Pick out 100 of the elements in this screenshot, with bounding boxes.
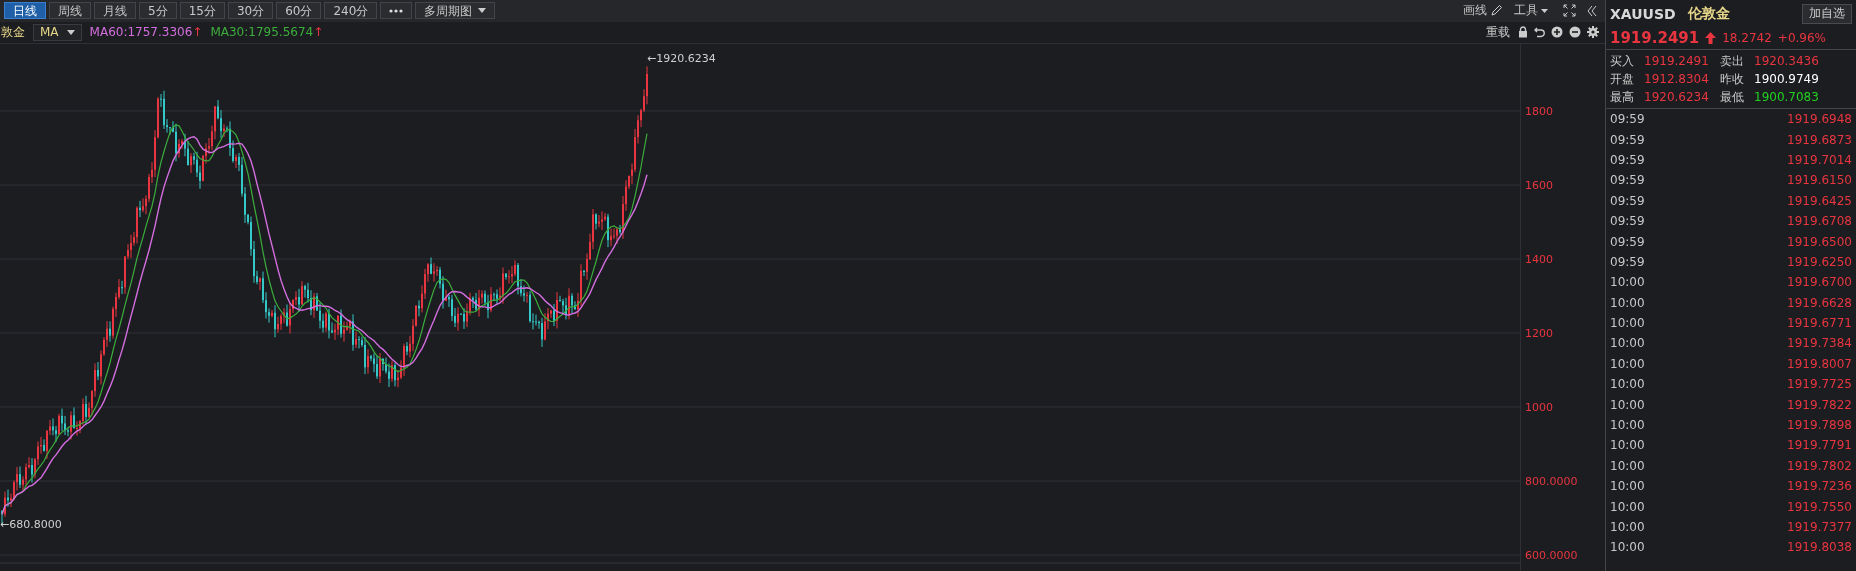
high-price-label: ←1920.6234: [647, 52, 716, 66]
last-price: 1919.2491: [1610, 29, 1700, 47]
period-tab[interactable]: 月线: [94, 2, 136, 20]
tick-price: 1919.7377: [1787, 520, 1852, 534]
tools-dropdown[interactable]: 工具: [1510, 2, 1552, 20]
zoom-in-icon[interactable]: [1551, 26, 1563, 39]
quote-label: 最低: [1720, 89, 1745, 105]
tick-time: 10:00: [1610, 499, 1645, 514]
tick-time: 10:00: [1610, 336, 1645, 351]
tick-time: 09:59: [1610, 152, 1645, 167]
tick-price: 1919.7898: [1787, 418, 1852, 433]
period-tab[interactable]: 240分: [324, 2, 378, 20]
tick-time: 10:00: [1610, 418, 1645, 433]
tick-price: 1919.6708: [1787, 214, 1852, 229]
ma-value: MA30:1795.5674↑: [210, 25, 324, 40]
tick-price: 1919.6948: [1787, 112, 1852, 127]
tick-time: 09:59: [1610, 132, 1645, 147]
up-arrow-icon: [1705, 32, 1717, 44]
price-axis-label: 600.0000: [1525, 548, 1578, 562]
ma-value: MA60:1757.3306↑: [89, 25, 203, 40]
quote-label: 开盘: [1610, 71, 1635, 87]
tick-price: 1919.7725: [1787, 377, 1852, 392]
tick-time: 09:59: [1610, 173, 1645, 188]
price-axis-label: 1600: [1525, 178, 1553, 192]
price-axis-label: 1200: [1525, 326, 1553, 340]
draw-line-button[interactable]: 画线: [1459, 2, 1507, 20]
tick-time: 09:59: [1610, 254, 1645, 269]
tick-price: 1919.7384: [1787, 336, 1852, 351]
tick-time: 10:00: [1610, 275, 1645, 290]
tick-time: 10:00: [1610, 377, 1645, 392]
indicator-dropdown[interactable]: MA: [33, 23, 82, 41]
quote-label: 卖出: [1720, 53, 1745, 69]
symbol-code: XAUUSD: [1610, 5, 1676, 22]
price-axis-label: 1800: [1525, 104, 1553, 118]
multi-period-dropdown[interactable]: 多周期图: [415, 2, 496, 20]
tick-price: 1919.7550: [1787, 499, 1852, 514]
more-button[interactable]: [380, 2, 413, 20]
price-axis-label: 1000: [1525, 400, 1553, 414]
period-tab[interactable]: 5分: [139, 2, 177, 20]
tick-time: 10:00: [1610, 438, 1645, 453]
tick-price: 1919.7014: [1787, 152, 1852, 167]
tick-price: 1919.6700: [1787, 275, 1852, 290]
quote-value: 1900.9749: [1754, 71, 1820, 87]
tick-time: 10:00: [1610, 458, 1645, 473]
symbol-name: 伦敦金: [1687, 4, 1730, 23]
tick-time: 10:00: [1610, 356, 1645, 371]
tick-price: 1919.6500: [1787, 234, 1852, 249]
lock-icon[interactable]: [1518, 26, 1528, 39]
tick-price: 1919.7822: [1787, 397, 1852, 412]
low-price-label: ←680.8000: [0, 518, 62, 532]
quote-label: 最高: [1610, 89, 1635, 105]
tick-time: 10:00: [1610, 316, 1645, 331]
undo-icon[interactable]: [1534, 26, 1545, 38]
period-tab[interactable]: 15分: [179, 2, 225, 20]
tick-time: 10:00: [1610, 520, 1645, 534]
quote-label: 昨收: [1720, 71, 1745, 87]
reload-button[interactable]: 重载: [1486, 23, 1510, 41]
tick-price: 1919.8007: [1787, 356, 1852, 371]
percent-change: +0.96%: [1777, 31, 1826, 45]
quote-value: 1919.2491: [1644, 53, 1710, 69]
pencil-icon: [1490, 4, 1503, 18]
price-change: 18.2742: [1722, 31, 1772, 45]
period-tab[interactable]: 60分: [276, 2, 322, 20]
fullscreen-icon[interactable]: [1563, 4, 1576, 18]
price-axis-label: 1400: [1525, 252, 1553, 266]
tick-price: 1919.6250: [1787, 254, 1852, 269]
zoom-out-icon[interactable]: [1569, 26, 1581, 39]
tick-time: 10:00: [1610, 479, 1645, 494]
tick-price: 1919.7236: [1787, 479, 1852, 494]
quote-value: 1920.6234: [1644, 89, 1710, 105]
settings-icon[interactable]: [1587, 26, 1599, 39]
tick-price: 1919.6425: [1787, 193, 1852, 208]
tick-time: 09:59: [1610, 193, 1645, 208]
period-tab[interactable]: 日线: [4, 2, 46, 20]
tick-price: 1919.6771: [1787, 316, 1852, 331]
double-chevron-icon[interactable]: [1587, 4, 1597, 17]
tick-time: 10:00: [1610, 397, 1645, 412]
period-tab[interactable]: 30分: [227, 2, 274, 20]
tick-price: 1919.6873: [1787, 132, 1852, 147]
quote-label: 买入: [1610, 53, 1635, 69]
quote-value: 1900.7083: [1754, 89, 1820, 105]
add-watchlist-button[interactable]: 加自选: [1802, 3, 1852, 24]
tick-time: 09:59: [1610, 234, 1645, 249]
symbol-label: 敦金: [1, 23, 25, 41]
tick-price: 1919.6150: [1787, 173, 1852, 188]
caret-icon: [478, 8, 487, 14]
tick-price: 1919.7791: [1787, 438, 1852, 453]
more-icon: [389, 8, 404, 13]
tick-price: 1919.8038: [1787, 540, 1852, 555]
tick-time: 10:00: [1610, 295, 1645, 310]
price-axis-label: 800.0000: [1525, 474, 1578, 488]
tick-time: 10:00: [1610, 540, 1645, 555]
tick-time: 09:59: [1610, 112, 1645, 127]
caret-icon: [1541, 8, 1548, 13]
caret-icon: [66, 29, 75, 35]
period-tab[interactable]: 周线: [49, 2, 91, 20]
quote-value: 1920.3436: [1754, 53, 1820, 69]
quote-value: 1912.8304: [1644, 71, 1710, 87]
tick-price: 1919.6628: [1787, 295, 1852, 310]
tick-time: 09:59: [1610, 214, 1645, 229]
